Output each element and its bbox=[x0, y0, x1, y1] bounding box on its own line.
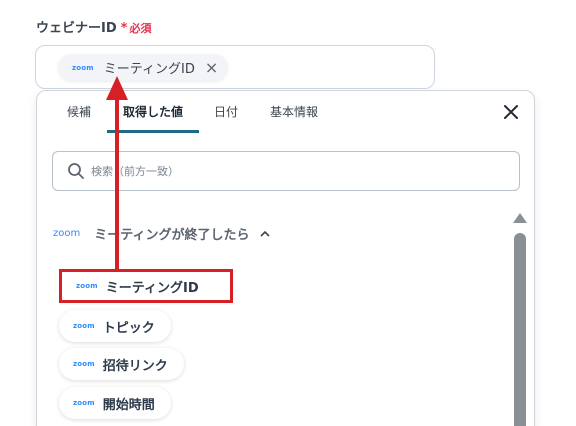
chip-label: ミーティングID bbox=[103, 62, 195, 77]
search-input[interactable]: 検索（前方一致） bbox=[52, 151, 520, 191]
tab-bar: 候補 取得した値 日付 基本情報 bbox=[37, 91, 534, 133]
selected-value-chip[interactable]: zoom ミーティングID × bbox=[58, 54, 229, 81]
tab-basic-info[interactable]: 基本情報 bbox=[270, 91, 318, 131]
field-label-text: ウェビナーID bbox=[36, 21, 117, 36]
tab-date[interactable]: 日付 bbox=[214, 91, 238, 131]
zoom-logo-icon: zoom bbox=[72, 63, 94, 72]
zoom-logo-icon: zoom bbox=[73, 322, 95, 330]
chevron-up-icon[interactable] bbox=[259, 228, 271, 240]
list-item-label: 招待リンク bbox=[102, 358, 168, 374]
search-placeholder: 検索（前方一致） bbox=[91, 165, 179, 178]
scroll-up-arrow-icon[interactable] bbox=[513, 213, 527, 223]
group-header[interactable]: zoom ミーティングが終了したら bbox=[53, 224, 271, 243]
webinar-id-field[interactable]: zoom ミーティングID × bbox=[35, 45, 435, 89]
tab-retrieved-values[interactable]: 取得した値 bbox=[107, 91, 199, 133]
value-picker-panel: 候補 取得した値 日付 基本情報 検索（前方一致） zoom ミーティングが終了… bbox=[36, 90, 535, 426]
zoom-logo-icon: zoom bbox=[76, 282, 98, 290]
list-item-invite-link[interactable]: zoom 招待リンク bbox=[59, 348, 184, 380]
search-icon bbox=[68, 163, 84, 179]
group-title: ミーティングが終了したら bbox=[94, 228, 250, 243]
zoom-logo-icon: zoom bbox=[73, 360, 95, 368]
tab-candidates[interactable]: 候補 bbox=[67, 91, 91, 131]
field-label: ウェビナーID * 必須 bbox=[36, 17, 151, 36]
remove-chip-icon[interactable]: × bbox=[205, 59, 218, 76]
list-item-topic[interactable]: zoom トピック bbox=[59, 310, 171, 342]
scrollbar-thumb[interactable] bbox=[514, 233, 526, 426]
zoom-logo-icon: zoom bbox=[53, 228, 81, 239]
list-item-label: 開始時間 bbox=[102, 397, 155, 413]
close-icon[interactable] bbox=[502, 103, 520, 121]
list-item-label: ミーティングID bbox=[105, 280, 199, 296]
zoom-logo-icon: zoom bbox=[73, 399, 95, 407]
required-mark: * bbox=[120, 21, 128, 36]
list-item-label: トピック bbox=[102, 320, 155, 336]
list-item-meeting-id[interactable]: zoom ミーティングID bbox=[59, 269, 233, 303]
list-item-start-time[interactable]: zoom 開始時間 bbox=[59, 387, 171, 419]
required-text: 必須 bbox=[129, 22, 152, 35]
